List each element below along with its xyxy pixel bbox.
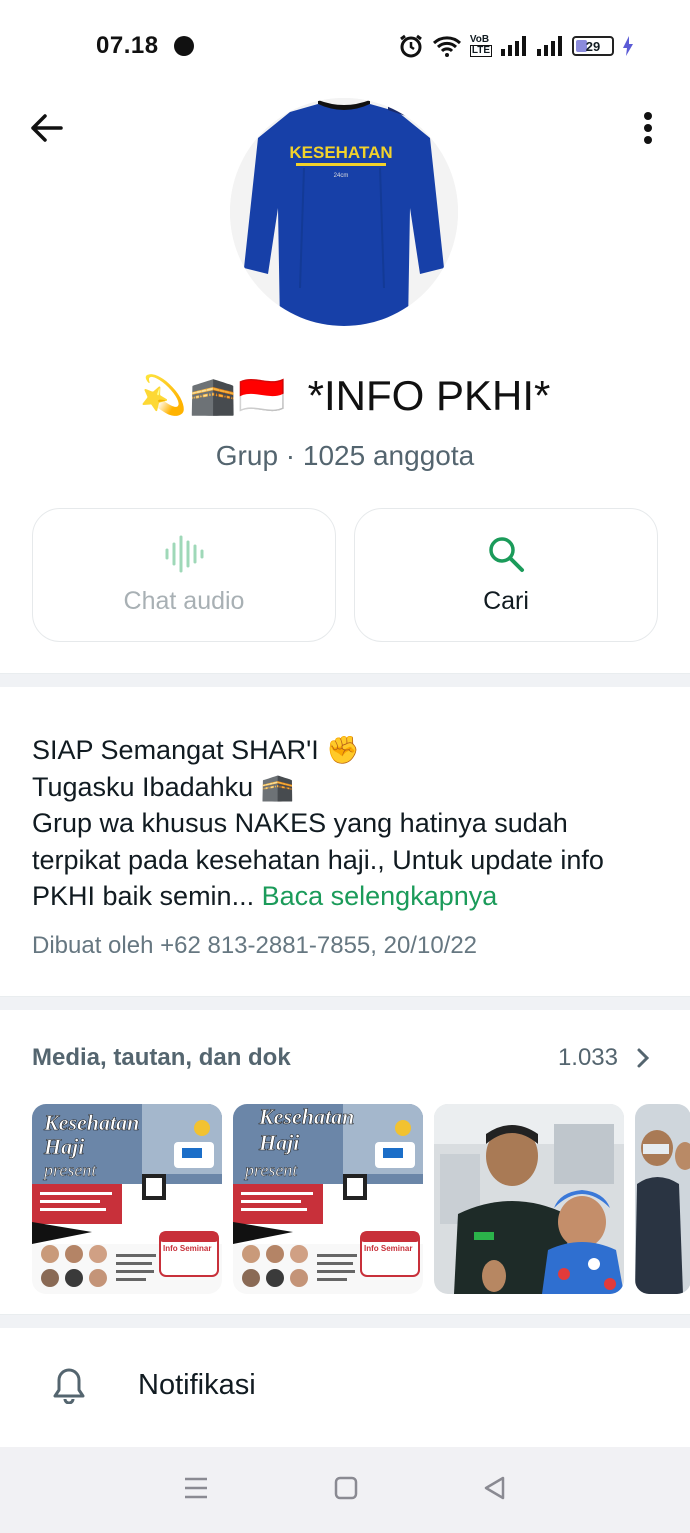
dizzy-emoji-icon: 💫 xyxy=(139,375,187,417)
status-time: 07.18 xyxy=(96,32,159,59)
signal-icon xyxy=(501,36,526,56)
poster-title-3: present xyxy=(243,1160,298,1180)
square-icon xyxy=(334,1476,358,1499)
chevron-right-icon xyxy=(637,1048,650,1068)
search-button[interactable]: Cari xyxy=(354,508,658,642)
notifications-label: Notifikasi xyxy=(138,1368,256,1401)
back-button[interactable] xyxy=(22,104,70,152)
poster-badge: Info Seminar xyxy=(364,1244,412,1253)
more-vertical-icon xyxy=(644,112,652,144)
section-divider xyxy=(0,673,690,687)
arrow-left-icon xyxy=(31,114,63,142)
volte-label-bottom: LTE xyxy=(469,45,492,57)
poster-badge: Info Seminar xyxy=(163,1244,211,1253)
jersey-subtext: 24cm xyxy=(334,173,349,179)
recent-apps-button[interactable] xyxy=(183,1476,209,1505)
status-icons: VoB LTE 29 xyxy=(398,30,634,62)
seminar-poster-image: Kesehatan Haji present Info Seminar xyxy=(233,1104,423,1294)
media-thumbnail[interactable]: Kesehatan Haji present Info Seminar xyxy=(233,1104,423,1294)
description-line-1: SIAP Semangat SHAR'I ✊ xyxy=(32,735,360,765)
system-nav-bar xyxy=(0,1447,690,1533)
group-name-text: *INFO PKHI* xyxy=(307,372,551,419)
chat-audio-label: Chat audio xyxy=(123,586,245,615)
group-photo-image xyxy=(434,1104,624,1294)
media-thumbnail[interactable] xyxy=(635,1104,690,1294)
kaaba-emoji-icon: 🕋 xyxy=(188,375,237,417)
media-count: 1.033 xyxy=(557,1044,618,1071)
group-avatar[interactable]: KESEHATAN 24cm xyxy=(230,98,458,326)
group-description[interactable]: SIAP Semangat SHAR'I ✊ Tugasku Ibadahku … xyxy=(32,732,662,915)
home-button[interactable] xyxy=(334,1476,358,1505)
title-emojis: 💫 🕋 🇮🇩 xyxy=(140,374,286,418)
more-options-button[interactable] xyxy=(628,104,668,152)
media-title: Media, tautan, dan dok xyxy=(32,1044,291,1071)
battery-level: 29 xyxy=(585,38,601,54)
created-by-text: Dibuat oleh +62 813-2881-7855, 20/10/22 xyxy=(32,932,478,959)
bell-icon xyxy=(53,1368,85,1404)
alarm-icon xyxy=(399,34,422,58)
poster-title-3: present xyxy=(42,1160,97,1180)
poster-title-2: Haji xyxy=(258,1130,300,1155)
charging-icon xyxy=(623,36,633,56)
media-count-wrap: 1.033 xyxy=(558,1044,650,1072)
battery-icon: 29 xyxy=(572,36,614,56)
media-thumbnail[interactable] xyxy=(434,1104,624,1294)
group-title: 💫 🕋 🇮🇩 *INFO PKHI* xyxy=(0,372,690,420)
volte-label-top: VoB xyxy=(469,34,490,45)
jersey-text: KESEHATAN xyxy=(289,143,392,162)
poster-title-2: Haji xyxy=(43,1134,85,1159)
status-bar: 07.18 VoB LTE 29 xyxy=(0,0,690,90)
media-thumbnail[interactable]: Kesehatan Haji present Info Seminar xyxy=(32,1104,222,1294)
group-subtitle: Grup · 1025 anggota xyxy=(215,440,475,471)
search-icon xyxy=(489,536,524,572)
read-more-link[interactable]: Baca selengkapnya xyxy=(262,881,498,911)
seminar-poster-image: Kesehatan Haji present Info Seminar xyxy=(32,1104,222,1294)
chat-audio-button[interactable]: Chat audio xyxy=(32,508,336,642)
menu-icon xyxy=(184,1477,207,1498)
media-header[interactable]: Media, tautan, dan dok 1.033 xyxy=(32,1044,650,1072)
status-notification-icon xyxy=(174,36,194,56)
indonesia-flag-icon: 🇮🇩 xyxy=(238,375,286,417)
section-divider xyxy=(0,996,690,1010)
volte-icon: VoB LTE xyxy=(469,34,492,57)
signal-icon-2 xyxy=(537,36,562,56)
description-line-2: Tugasku Ibadahku 🕋 xyxy=(32,771,295,802)
jersey-image: KESEHATAN 24cm xyxy=(230,98,458,326)
system-back-button[interactable] xyxy=(483,1476,507,1505)
section-divider xyxy=(0,1314,690,1328)
wifi-icon xyxy=(432,36,461,57)
description-body-wrap: Grup wa khusus NAKES yang hatinya sudah … xyxy=(32,805,662,915)
triangle-back-icon xyxy=(485,1476,505,1499)
poster-title-1: Kesehatan xyxy=(258,1104,354,1129)
group-photo-image xyxy=(635,1104,690,1294)
poster-title-1: Kesehatan xyxy=(43,1110,139,1135)
media-thumbnails: Kesehatan Haji present Info Seminar Kese… xyxy=(32,1104,690,1294)
audio-wave-icon xyxy=(165,535,204,572)
notifications-row[interactable]: Notifikasi xyxy=(0,1345,690,1425)
search-label: Cari xyxy=(483,586,529,615)
